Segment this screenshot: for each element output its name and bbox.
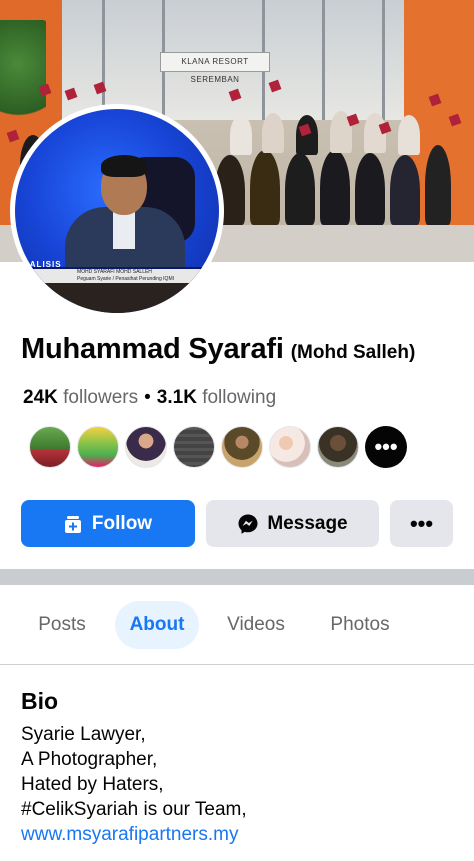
friends-avatars: ••• (29, 426, 407, 468)
tabs-divider (0, 664, 474, 665)
avatar-lower-third-role: Peguam Syarie / Penasihat Perunding IQMI (77, 276, 174, 282)
friend-avatar[interactable] (221, 426, 263, 468)
friend-avatar[interactable] (173, 426, 215, 468)
stats-separator: • (144, 387, 151, 408)
more-options-button[interactable]: ••• (390, 500, 453, 547)
cover-building-sign: KLANA RESORT SEREMBAN (160, 52, 270, 84)
tab-videos[interactable]: Videos (214, 601, 298, 649)
profile-avatar-image: NALISIS MOHD SYARAFI MOHD SALLEH Peguam … (15, 109, 219, 313)
add-friend-icon (64, 514, 84, 534)
bio-line: A Photographer, (21, 749, 158, 770)
friend-avatar[interactable] (29, 426, 71, 468)
tab-about[interactable]: About (115, 601, 199, 649)
avatar-lower-third-name: MOHD SYARAFI MOHD SALLEH (77, 269, 152, 275)
bio-heading: Bio (21, 688, 59, 714)
tab-posts[interactable]: Posts (22, 601, 102, 649)
bio-line: Syarie Lawyer, (21, 724, 146, 745)
friend-avatar[interactable] (269, 426, 311, 468)
friend-avatar[interactable] (125, 426, 167, 468)
profile-avatar[interactable]: NALISIS MOHD SYARAFI MOHD SALLEH Peguam … (10, 104, 224, 318)
friend-avatar[interactable] (77, 426, 119, 468)
avatar-desk (15, 283, 219, 313)
message-label: Message (267, 512, 348, 534)
friend-avatar[interactable] (317, 426, 359, 468)
bio-text: Syarie Lawyer, A Photographer, Hated by … (21, 722, 247, 847)
follow-label: Follow (91, 512, 153, 534)
messenger-icon (237, 513, 259, 535)
tab-photos[interactable]: Photos (315, 601, 405, 649)
avatar-lower-third: MOHD SYARAFI MOHD SALLEH Peguam Syarie /… (23, 269, 213, 283)
following-count: 3.1K (156, 387, 197, 408)
follow-button[interactable]: Follow (21, 500, 195, 547)
bio-website-link[interactable]: www.msyarafipartners.my (21, 822, 247, 847)
bio-line: Hated by Haters, (21, 774, 164, 795)
profile-tabs: Posts About Videos Photos (0, 601, 474, 649)
followers-link[interactable]: 24K followers (23, 387, 138, 408)
profile-stats: 24K followers • 3.1K following (23, 387, 276, 409)
profile-alternate-name: (Mohd Salleh) (290, 342, 416, 363)
avatar-tv-brand: NALISIS (23, 260, 62, 269)
more-friends-button[interactable]: ••• (365, 426, 407, 468)
avatar-shirt (113, 209, 135, 249)
followers-label: followers (63, 387, 139, 408)
avatar-hair (101, 155, 147, 177)
profile-name: Muhammad Syarafi (21, 333, 284, 365)
following-label: following (202, 387, 277, 408)
following-link[interactable]: 3.1K following (157, 387, 276, 408)
section-divider (0, 569, 474, 585)
bio-line: #CelikSyariah is our Team, (21, 799, 247, 820)
message-button[interactable]: Message (206, 500, 379, 547)
profile-name-row: Muhammad Syarafi (Mohd Salleh) (21, 333, 461, 366)
followers-count: 24K (23, 387, 58, 408)
